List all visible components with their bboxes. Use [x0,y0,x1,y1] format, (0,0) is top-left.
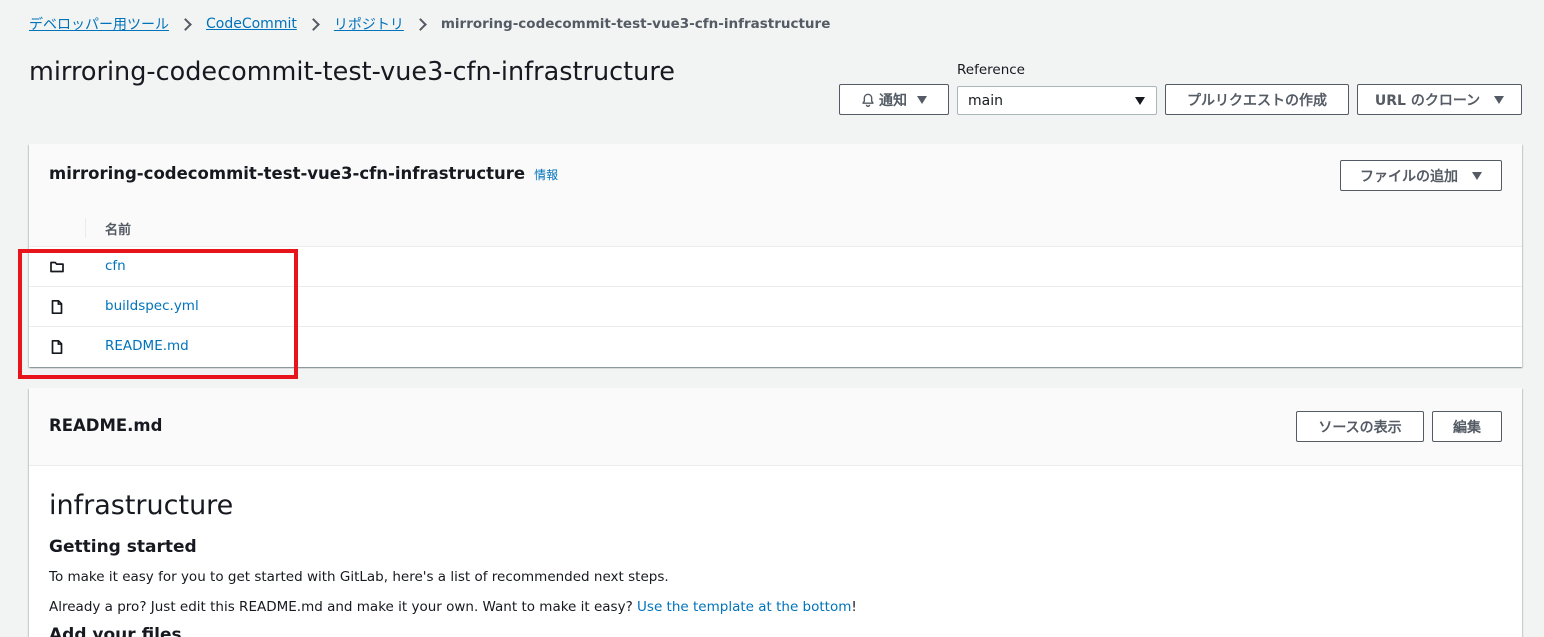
files-table-header: 名前 [29,208,1522,247]
caret-down-icon [917,95,927,104]
readme-heading-2: Getting started [49,537,197,557]
breadcrumb: デベロッパー用ツール CodeCommit リポジトリ mirroring-co… [29,14,830,34]
caret-down-icon [1494,95,1505,104]
file-link-buildspec[interactable]: buildspec.yml [105,298,199,314]
files-panel-header: mirroring-codecommit-test-vue3-cfn-infra… [29,144,1522,208]
table-row[interactable]: README.md [29,327,1522,367]
reference-label: Reference [957,62,1025,78]
table-row[interactable]: buildspec.yml [29,287,1522,327]
chevron-right-icon [179,17,192,31]
clone-url-label: URL のクローン [1374,92,1481,109]
add-file-button[interactable]: ファイルの追加 [1340,160,1502,191]
readme-paragraph-2-end: ! [851,599,857,615]
reference-select-value: main [968,92,1003,109]
folder-icon [50,261,64,273]
files-panel-title: mirroring-codecommit-test-vue3-cfn-infra… [49,164,558,183]
breadcrumb-developer-tools[interactable]: デベロッパー用ツール [29,14,169,34]
breadcrumb-codecommit[interactable]: CodeCommit [206,16,297,32]
table-row[interactable]: cfn [29,247,1522,287]
file-link-cfn[interactable]: cfn [105,258,126,274]
clone-url-button[interactable]: URL のクローン [1357,84,1522,115]
readme-heading-add-files: Add your files [49,625,182,637]
readme-panel: README.md ソースの表示 編集 infrastructure Getti… [29,388,1522,637]
edit-label: 編集 [1453,419,1481,436]
chevron-right-icon [306,17,320,31]
readme-paragraph-2-text: Already a pro? Just edit this README.md … [49,599,638,615]
notify-button[interactable]: 通知 [839,84,949,115]
file-link-readme[interactable]: README.md [105,338,189,354]
readme-panel-header: README.md ソースの表示 編集 [29,388,1522,466]
column-header-name[interactable]: 名前 [105,219,131,238]
edit-button[interactable]: 編集 [1432,411,1502,442]
create-pull-request-button[interactable]: プルリクエストの作成 [1165,84,1349,115]
files-panel: mirroring-codecommit-test-vue3-cfn-infra… [29,144,1522,367]
view-source-label: ソースの表示 [1318,419,1402,436]
breadcrumb-current: mirroring-codecommit-test-vue3-cfn-infra… [440,16,831,32]
readme-heading-1: infrastructure [49,490,234,521]
file-icon [51,339,63,355]
create-pull-request-label: プルリクエストの作成 [1187,92,1327,109]
chevron-right-icon [413,17,427,31]
file-icon [51,299,63,315]
page-title: mirroring-codecommit-test-vue3-cfn-infra… [29,57,675,87]
notify-button-label: 通知 [879,92,907,109]
readme-paragraph-2: Already a pro? Just edit this README.md … [49,599,857,615]
files-panel-title-text: mirroring-codecommit-test-vue3-cfn-infra… [49,164,526,183]
readme-paragraph-1: To make it easy for you to get started w… [49,569,669,585]
readme-panel-title: README.md [49,416,163,435]
bell-icon [862,93,874,107]
caret-down-icon [1135,97,1145,105]
info-link[interactable]: 情報 [534,168,558,182]
breadcrumb-repositories[interactable]: リポジトリ [334,14,404,34]
reference-select[interactable]: main [957,86,1157,115]
template-link[interactable]: Use the template at the bottom [637,599,851,615]
add-file-label: ファイルの追加 [1360,168,1458,185]
view-source-button[interactable]: ソースの表示 [1296,411,1424,442]
column-divider [85,218,86,238]
caret-down-icon [1472,171,1482,180]
